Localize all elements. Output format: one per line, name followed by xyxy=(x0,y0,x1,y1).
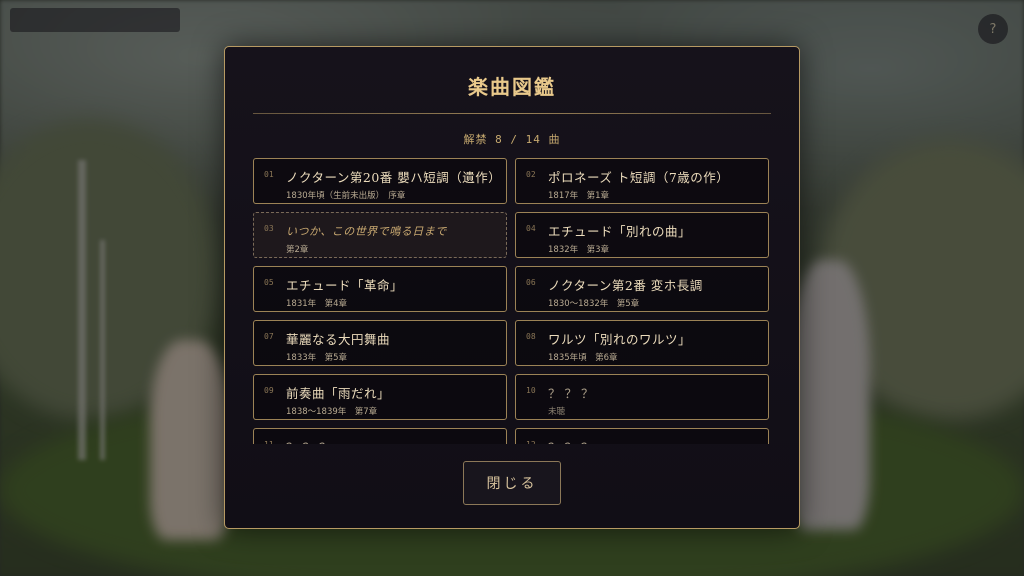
song-title: ？？？ xyxy=(548,437,598,444)
song-title: エチュード「革命」 xyxy=(286,278,404,293)
song-details: 1838～1839年 第7章 xyxy=(286,407,378,417)
song-details: 1830年頃（生前未出版） 序章 xyxy=(286,191,406,201)
song-number: 06 xyxy=(526,278,536,287)
song-number: 08 xyxy=(526,332,536,341)
song-details: 1831年 第4章 xyxy=(286,299,348,309)
song-title: ポロネーズ ト短調（7歳の作） xyxy=(548,170,730,185)
song-title: ノクターン第20番 嬰ハ短調（遺作） xyxy=(286,170,502,185)
song-card[interactable]: 07 華麗なる大円舞曲 1833年 第5章 xyxy=(253,320,507,366)
unlock-progress: 解禁 8 / 14 曲 xyxy=(463,133,561,146)
song-title: ノクターン第2番 変ホ長調 xyxy=(548,278,703,293)
song-details: 1817年 第1章 xyxy=(548,191,610,201)
song-number: 04 xyxy=(526,224,536,233)
song-details: 1832年 第3章 xyxy=(548,245,610,255)
hud-chapter-label xyxy=(10,8,180,32)
song-card[interactable]: 05 エチュード「革命」 1831年 第4章 xyxy=(253,266,507,312)
song-card[interactable]: 03 いつか、この世界で鳴る日まで 第2章 xyxy=(253,212,507,258)
dialog-title: 楽曲図鑑 xyxy=(468,75,556,99)
song-grid: 01 ノクターン第20番 嬰ハ短調（遺作） 1830年頃（生前未出版） 序章 02 ポロ… xyxy=(253,158,769,444)
song-number: 05 xyxy=(264,278,274,287)
song-card[interactable]: 01 ノクターン第20番 嬰ハ短調（遺作） 1830年頃（生前未出版） 序章 xyxy=(253,158,507,204)
song-number: 07 xyxy=(264,332,274,341)
title-divider xyxy=(253,113,771,114)
song-card[interactable]: 08 ワルツ「別れのワルツ」 1835年頃 第6章 xyxy=(515,320,769,366)
song-card[interactable]: 11？？？未聴 xyxy=(253,428,507,444)
song-number: 03 xyxy=(264,224,274,233)
song-list[interactable]: 01 ノクターン第20番 嬰ハ短調（遺作） 1830年頃（生前未出版） 序章 02 ポロ… xyxy=(253,158,769,444)
song-details: 1835年頃 第6章 xyxy=(548,353,618,363)
song-title: 前奏曲「雨だれ」 xyxy=(286,386,391,401)
song-card[interactable]: 12？？？未聴 xyxy=(515,428,769,444)
song-details: 未聴 xyxy=(548,407,566,417)
song-card[interactable]: 04 エチュード「別れの曲」 1832年 第3章 xyxy=(515,212,769,258)
song-number: 11 xyxy=(264,440,274,444)
song-details: 第2章 xyxy=(286,245,309,255)
song-title: ワルツ「別れのワルツ」 xyxy=(548,332,692,347)
song-card[interactable]: 10 ？？？ 未聴 xyxy=(515,374,769,420)
song-number: 10 xyxy=(526,386,536,395)
close-button[interactable]: 閉じる xyxy=(463,461,561,505)
song-title: エチュード「別れの曲」 xyxy=(548,224,692,239)
song-card[interactable]: 09 前奏曲「雨だれ」 1838～1839年 第7章 xyxy=(253,374,507,420)
help-icon[interactable]: ? xyxy=(978,14,1008,44)
song-number: 01 xyxy=(264,170,274,179)
song-details: 1830～1832年 第5章 xyxy=(548,299,640,309)
song-encyclopedia-dialog: 楽曲図鑑 解禁 8 / 14 曲 01 ノクターン第20番 嬰ハ短調（遺作） 183… xyxy=(224,46,800,529)
song-number: 09 xyxy=(264,386,274,395)
song-title: ？？？ xyxy=(286,437,336,444)
song-card[interactable]: 02 ポロネーズ ト短調（7歳の作） 1817年 第1章 xyxy=(515,158,769,204)
song-title: 華麗なる大円舞曲 xyxy=(286,332,391,347)
song-details: 1833年 第5章 xyxy=(286,353,348,363)
song-title: いつか、この世界で鳴る日まで xyxy=(286,225,447,238)
song-title: ？？？ xyxy=(548,386,598,401)
song-number: 12 xyxy=(526,440,536,444)
song-number: 02 xyxy=(526,170,536,179)
song-card[interactable]: 06 ノクターン第2番 変ホ長調 1830～1832年 第5章 xyxy=(515,266,769,312)
